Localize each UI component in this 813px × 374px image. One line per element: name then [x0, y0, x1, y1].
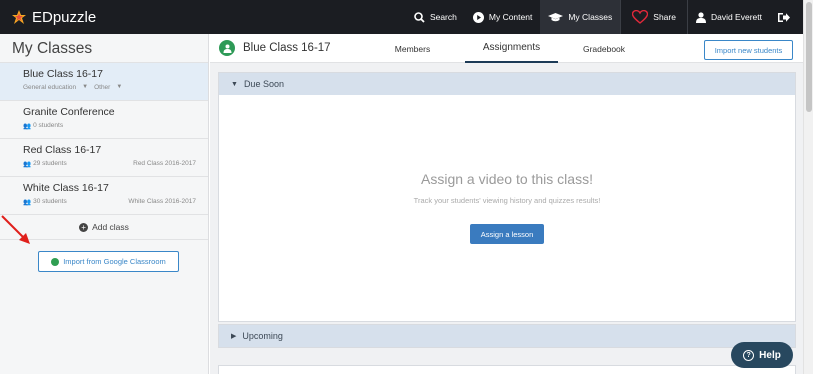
- tab-members[interactable]: Members: [360, 34, 465, 63]
- main-content: Blue Class 16-17 Members Assignments Gra…: [210, 34, 803, 374]
- caret-right-icon: ▶: [231, 333, 237, 340]
- nav-my-classes[interactable]: My Classes: [540, 0, 621, 34]
- student-count: 30 students: [33, 198, 67, 205]
- class-name: Granite Conference: [23, 106, 115, 118]
- class-grade-tag[interactable]: Other: [94, 84, 110, 91]
- brand[interactable]: EDpuzzle: [12, 9, 96, 26]
- import-new-students-button[interactable]: Import new students: [704, 40, 793, 60]
- students-icon: 👥: [23, 123, 32, 130]
- class-item-blue[interactable]: Blue Class 16-17 General education ▼ Oth…: [0, 63, 208, 101]
- nav-my-content-label: My Content: [488, 12, 533, 22]
- nav-share[interactable]: Share: [621, 0, 687, 34]
- caret-down-icon: ▼: [116, 84, 123, 90]
- plus-circle-icon: +: [79, 222, 89, 232]
- brand-name: EDpuzzle: [32, 8, 97, 26]
- caret-down-icon: ▼: [231, 80, 238, 88]
- nav-share-label: Share: [653, 12, 676, 22]
- class-item-white[interactable]: White Class 16-17 👥 30 students White Cl…: [0, 177, 208, 215]
- nav-my-classes-label: My Classes: [568, 12, 613, 22]
- class-year-label: White Class 2016-2017: [128, 198, 196, 205]
- student-count: 29 students: [33, 160, 67, 167]
- nav-user-label: David Everett: [710, 12, 762, 22]
- nav-search[interactable]: Search: [406, 0, 465, 34]
- class-meta: 👥 30 students White Class 2016-2017: [23, 198, 196, 206]
- page-scrollbar[interactable]: [803, 0, 813, 374]
- heart-icon: [632, 10, 649, 24]
- upcoming-label: Upcoming: [242, 331, 283, 341]
- students-icon: 👥: [23, 199, 32, 206]
- google-classroom-icon: [51, 257, 60, 266]
- class-avatar-icon: [219, 40, 235, 56]
- search-icon: [414, 11, 425, 23]
- graduation-cap-icon: [548, 12, 564, 21]
- add-class-label: Add class: [92, 222, 129, 232]
- sign-out-icon: [778, 12, 790, 22]
- class-subject-tag[interactable]: General education: [23, 84, 76, 91]
- user-icon: [695, 11, 706, 23]
- class-title: Blue Class 16-17: [243, 42, 331, 54]
- help-label: Help: [759, 349, 781, 361]
- class-item-red[interactable]: Red Class 16-17 👥 29 students Red Class …: [0, 139, 208, 177]
- upcoming-header[interactable]: ▶ Upcoming: [219, 325, 795, 347]
- student-count: 0 students: [33, 122, 64, 129]
- empty-state-title: Assign a video to this class!: [421, 171, 593, 187]
- help-button[interactable]: ? Help: [731, 342, 793, 368]
- sidebar-title: My Classes: [0, 34, 208, 63]
- empty-state-subtitle: Track your students' viewing history and…: [413, 196, 601, 205]
- due-soon-panel: ▼ Due Soon Assign a video to this class!…: [218, 72, 796, 322]
- class-year-label: Red Class 2016-2017: [133, 160, 196, 167]
- nav-sign-out[interactable]: [770, 0, 803, 34]
- class-item-granite[interactable]: Granite Conference 👥 0 students: [0, 101, 208, 139]
- top-navbar: EDpuzzle Search My Content My Classes Sh…: [0, 0, 803, 34]
- tab-assignments[interactable]: Assignments: [465, 34, 558, 63]
- sidebar: My Classes Blue Class 16-17 General educ…: [0, 34, 209, 374]
- students-icon: 👥: [23, 161, 32, 168]
- play-circle-icon: [472, 11, 484, 23]
- class-name: Blue Class 16-17: [23, 68, 103, 80]
- class-meta: General education ▼ Other ▼: [23, 84, 196, 91]
- class-name: Red Class 16-17: [23, 144, 102, 156]
- class-tabs: Members Assignments Gradebook: [360, 34, 650, 63]
- class-name: White Class 16-17: [23, 182, 109, 194]
- nav-search-label: Search: [429, 12, 457, 22]
- annotation-arrow-icon: [1, 215, 30, 244]
- import-google-classroom-button[interactable]: Import from Google Classroom: [38, 251, 179, 272]
- collapsed-panel: [218, 365, 796, 374]
- upcoming-panel: ▶ Upcoming: [218, 324, 796, 348]
- due-soon-header[interactable]: ▼ Due Soon: [219, 73, 795, 95]
- class-header: Blue Class 16-17 Members Assignments Gra…: [210, 34, 803, 63]
- nav-user[interactable]: David Everett: [688, 0, 770, 34]
- caret-down-icon: ▼: [82, 84, 89, 90]
- question-circle-icon: ?: [743, 349, 755, 361]
- tab-gradebook[interactable]: Gradebook: [558, 34, 650, 63]
- class-meta: 👥 0 students: [23, 122, 196, 130]
- due-soon-label: Due Soon: [243, 79, 284, 89]
- edpuzzle-logo-icon: [12, 10, 26, 24]
- nav-my-content[interactable]: My Content: [465, 0, 540, 34]
- import-google-classroom-label: Import from Google Classroom: [63, 257, 166, 266]
- assign-lesson-button[interactable]: Assign a lesson: [470, 224, 544, 244]
- class-meta: 👥 29 students Red Class 2016-2017: [23, 160, 196, 168]
- assignments-area: ▼ Due Soon Assign a video to this class!…: [210, 63, 803, 374]
- scrollbar-thumb[interactable]: [806, 2, 812, 112]
